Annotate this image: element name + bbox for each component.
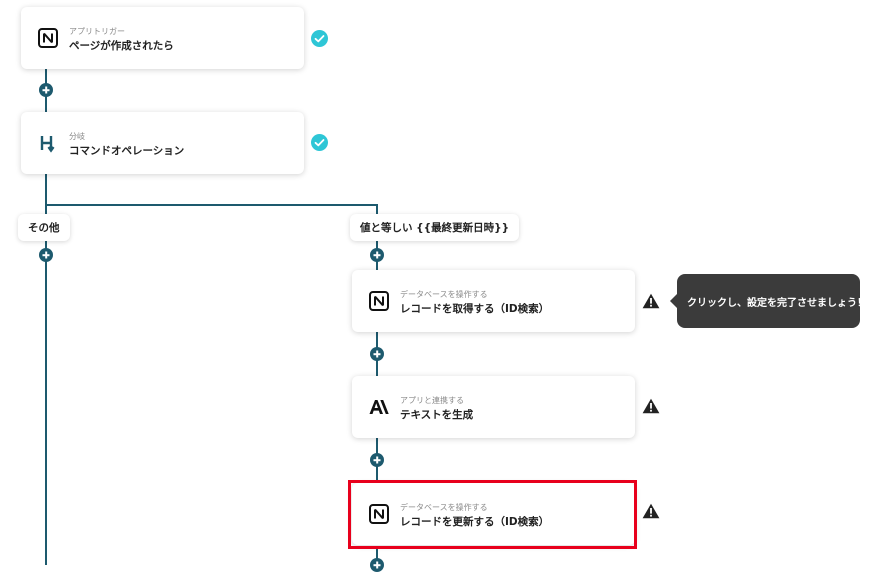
step-label: レコードを取得する（ID検索） [400,303,550,315]
add-step-button[interactable] [370,558,384,572]
warning-icon [642,293,660,309]
branch-sublabel: 分岐 [69,132,85,141]
step-card[interactable]: アプリと連携する テキストを生成 [352,376,635,438]
trigger-check-icon [311,30,328,47]
add-step-button[interactable] [39,83,53,97]
add-step-button[interactable] [370,248,384,262]
trigger-label: ページが作成されたら [69,40,174,52]
warning-icon [642,503,660,519]
step-card[interactable]: データベースを操作する レコードを取得する（ID検索） [352,270,635,332]
add-step-button[interactable] [39,248,53,262]
add-step-button[interactable] [370,453,384,467]
connector-split-horizontal [45,204,378,206]
branch-card[interactable]: 分岐 コマンドオペレーション [21,112,304,174]
branch-left-label[interactable]: その他 [18,214,70,241]
step-sublabel: データベースを操作する [400,290,488,299]
add-step-button[interactable] [370,347,384,361]
warning-icon [642,398,660,414]
branch-check-icon [311,134,328,151]
anthropic-icon [368,396,390,418]
step-sublabel: アプリと連携する [400,396,464,405]
notion-icon [368,290,390,312]
step-label: テキストを生成 [400,409,474,421]
highlight-box [348,480,637,549]
trigger-card[interactable]: アプリトリガー ページが作成されたら [21,7,304,69]
connector-branch-split [45,174,47,206]
branch-label: コマンドオペレーション [69,145,185,157]
branch-icon [37,132,59,154]
tooltip: クリックし、設定を完了させましょう！ [677,274,867,328]
notion-icon [37,27,59,49]
branch-right-label[interactable]: 値と等しい {{最終更新日時}} [350,214,520,241]
trigger-sublabel: アプリトリガー [69,27,125,36]
